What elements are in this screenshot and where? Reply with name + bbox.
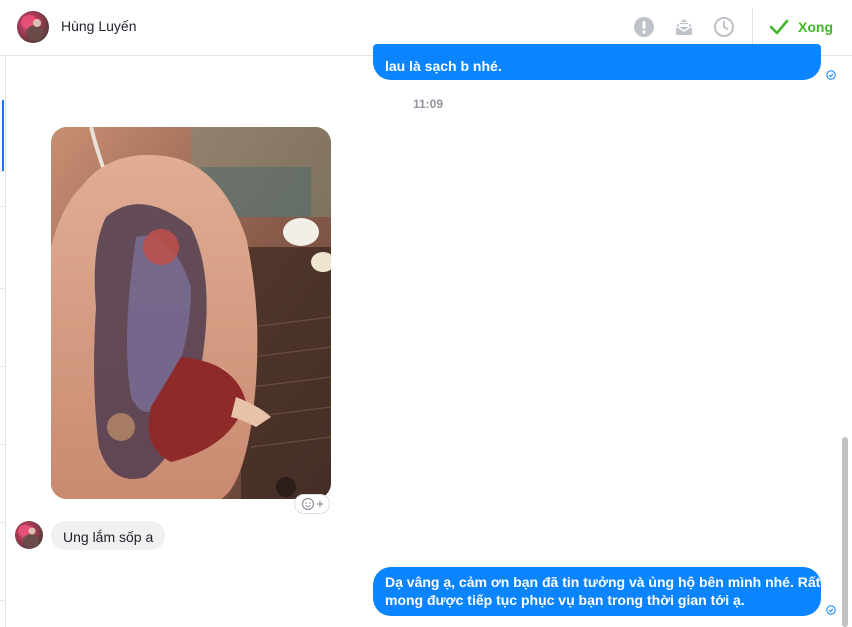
- contact-avatar[interactable]: [17, 11, 49, 43]
- message-text-line: Dạ vâng ạ, cảm ơn bạn đã tin tưởng và ủn…: [385, 574, 821, 590]
- done-button[interactable]: Xong: [768, 15, 833, 39]
- message-text-line: mong được tiếp tục phục vụ bạn trong thờ…: [385, 592, 745, 608]
- incoming-message[interactable]: Ung lắm sốp a: [51, 521, 166, 550]
- contact-name[interactable]: Hùng Luyến: [61, 18, 137, 34]
- attached-photo[interactable]: [51, 127, 331, 499]
- done-label: Xong: [798, 19, 833, 35]
- thread-scrollbar[interactable]: [842, 437, 848, 627]
- add-reaction-button[interactable]: [294, 494, 330, 514]
- mail-icon[interactable]: [673, 16, 695, 38]
- outgoing-message[interactable]: lau là sạch b nhé.: [373, 44, 821, 80]
- active-conversation-indicator: [2, 100, 4, 172]
- sender-avatar[interactable]: [15, 521, 43, 549]
- seen-check-icon: [826, 605, 836, 615]
- message-text: lau là sạch b nhé.: [385, 58, 502, 74]
- outgoing-message[interactable]: Dạ vâng ạ, cảm ơn bạn đã tin tưởng và ủn…: [373, 567, 821, 616]
- header-divider: [752, 8, 753, 48]
- plus-icon: [316, 501, 323, 507]
- clock-icon[interactable]: [713, 16, 735, 38]
- alert-icon[interactable]: [633, 16, 655, 38]
- message-timestamp: 11:09: [413, 97, 444, 111]
- smiley-icon: [301, 497, 314, 511]
- check-icon: [769, 19, 789, 35]
- message-text: Ung lắm sốp a: [63, 529, 154, 545]
- seen-check-icon: [826, 70, 836, 80]
